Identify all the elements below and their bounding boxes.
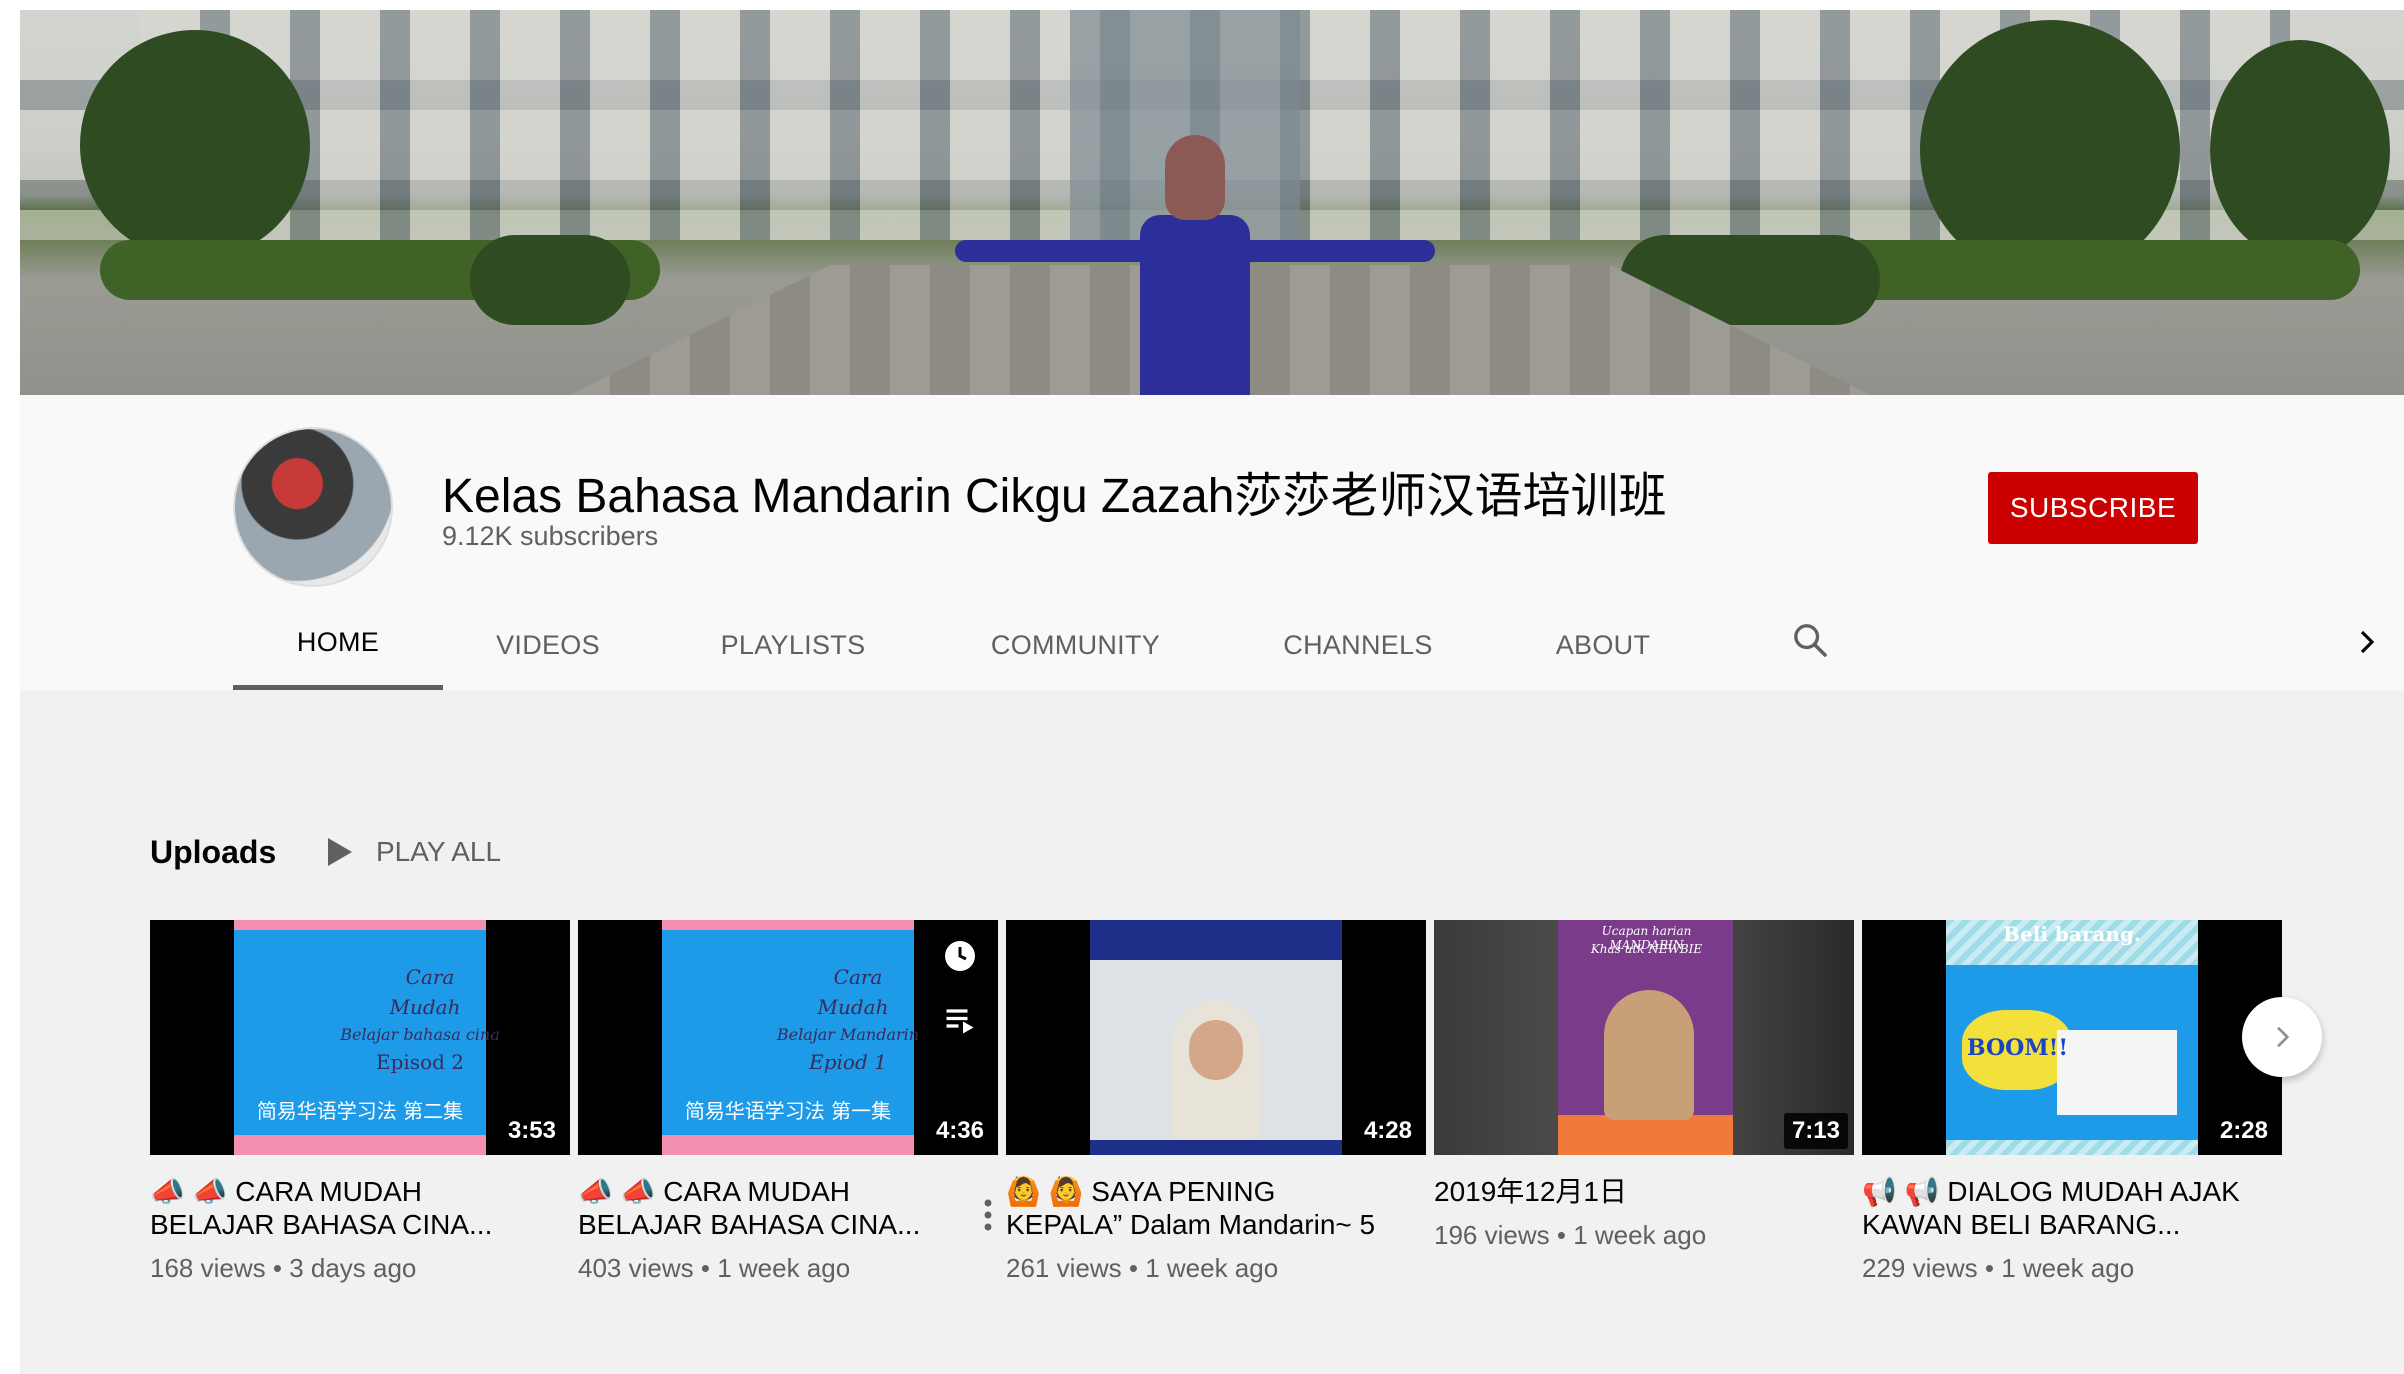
- tab-home[interactable]: HOME: [233, 600, 443, 690]
- video-meta: 229 views • 1 week ago: [1862, 1253, 2135, 1283]
- video-meta: 261 views • 1 week ago: [1006, 1253, 1279, 1283]
- clock-icon[interactable]: [942, 938, 978, 974]
- thumb-text: 简易华语学习法 第一集: [684, 1099, 892, 1123]
- tab-community[interactable]: COMMUNITY: [933, 600, 1218, 690]
- channel-avatar[interactable]: [233, 427, 393, 587]
- channel-tabs: HOME VIDEOS PLAYLISTS COMMUNITY CHANNELS…: [233, 600, 1708, 690]
- video-title[interactable]: 🙆 🙆 SAYA PENING KEPALA” Dalam Mandarin~ …: [1006, 1175, 1426, 1241]
- tab-videos[interactable]: VIDEOS: [443, 600, 653, 690]
- video-thumbnail[interactable]: Cara Mudah Belajar bahasa cina Episod 2 …: [150, 920, 570, 1155]
- upload-age: 1 week ago: [1145, 1253, 1279, 1283]
- tab-channels[interactable]: CHANNELS: [1218, 600, 1498, 690]
- view-count: 403 views: [578, 1253, 694, 1283]
- video-title[interactable]: 📣 📣 CARA MUDAH BELAJAR BAHASA CINA...: [578, 1175, 998, 1241]
- video-meta: 196 views • 1 week ago: [1434, 1220, 1707, 1250]
- video-duration: 7:13: [1783, 1113, 1848, 1149]
- view-count: 196 views: [1434, 1220, 1550, 1250]
- upload-age: 3 days ago: [289, 1253, 417, 1283]
- subscribe-button[interactable]: SUBSCRIBE: [1988, 472, 2198, 544]
- upload-age: 1 week ago: [717, 1253, 851, 1283]
- view-count: 229 views: [1862, 1253, 1978, 1283]
- queue-icon[interactable]: [942, 1002, 978, 1038]
- video-duration: 2:28: [2211, 1113, 2276, 1149]
- thumb-text: Khas utk NEWBIE: [1590, 942, 1703, 956]
- upload-age: 1 week ago: [2001, 1253, 2135, 1283]
- search-icon[interactable]: [1790, 620, 1830, 660]
- video-meta: 403 views • 1 week ago: [578, 1253, 851, 1283]
- thumb-text: Beli barang.: [2003, 922, 2141, 946]
- video-card[interactable]: Cara Mudah Belajar bahasa cina Episod 2 …: [150, 920, 570, 1284]
- video-duration: 4:36: [927, 1113, 992, 1149]
- thumb-text: Belajar bahasa cina: [340, 1025, 500, 1044]
- play-all-label: PLAY ALL: [376, 836, 502, 867]
- video-card[interactable]: Beli barang. BOOM!! 2:28 📢 📢 DIALOG MUDA…: [1862, 920, 2282, 1284]
- chevron-right-icon: [2277, 1026, 2290, 1048]
- view-count: 261 views: [1006, 1253, 1122, 1283]
- subscriber-count: 9.12K subscribers: [442, 521, 659, 551]
- video-duration: 3:53: [499, 1113, 564, 1149]
- thumb-text: Epiod 1: [809, 1050, 887, 1074]
- thumb-text: Mudah: [817, 995, 889, 1019]
- uploads-title: Uploads: [150, 834, 277, 870]
- video-duration: 4:28: [1355, 1113, 1420, 1149]
- video-meta: 168 views • 3 days ago: [150, 1253, 417, 1283]
- thumb-text: BOOM!!: [1967, 1035, 2068, 1061]
- channel-title: Kelas Bahasa Mandarin Cikgu Zazah莎莎老师汉语培…: [442, 470, 1667, 523]
- view-count: 168 views: [150, 1253, 266, 1283]
- thumb-text: Cara: [405, 965, 455, 989]
- play-all-button[interactable]: PLAY ALL: [328, 830, 501, 874]
- play-icon: [328, 838, 352, 866]
- video-thumbnail[interactable]: Beli barang. BOOM!! 2:28: [1862, 920, 2282, 1155]
- chevron-right-icon[interactable]: [2352, 624, 2382, 660]
- channel-banner: [20, 10, 2404, 395]
- video-title[interactable]: 📢 📢 DIALOG MUDAH AJAK KAWAN BELI BARANG.…: [1862, 1175, 2282, 1241]
- video-card[interactable]: 4:28 🙆 🙆 SAYA PENING KEPALA” Dalam Manda…: [1006, 920, 1426, 1284]
- thumb-text: Cara: [833, 965, 883, 989]
- video-thumbnail[interactable]: Ucapan harian MANDARIN Khas utk NEWBIE 7…: [1434, 920, 1854, 1155]
- thumb-text: Episod 2: [376, 1050, 464, 1074]
- tab-about[interactable]: ABOUT: [1498, 600, 1708, 690]
- thumb-text: 简易华语学习法 第二集: [256, 1099, 464, 1123]
- video-card[interactable]: Cara Mudah Belajar Mandarin Epiod 1 简易华语…: [578, 920, 998, 1284]
- video-title[interactable]: 📣 📣 CARA MUDAH BELAJAR BAHASA CINA...: [150, 1175, 570, 1241]
- more-vert-icon[interactable]: [982, 1197, 994, 1233]
- video-thumbnail[interactable]: 4:28: [1006, 920, 1426, 1155]
- thumb-text: Mudah: [389, 995, 461, 1019]
- banner-person: [955, 135, 1435, 395]
- shelf-next-button[interactable]: [2242, 997, 2322, 1077]
- video-thumbnail[interactable]: Cara Mudah Belajar Mandarin Epiod 1 简易华语…: [578, 920, 998, 1155]
- thumb-text: Belajar Mandarin: [776, 1025, 920, 1044]
- tab-playlists[interactable]: PLAYLISTS: [653, 600, 933, 690]
- video-card[interactable]: Ucapan harian MANDARIN Khas utk NEWBIE 7…: [1434, 920, 1854, 1251]
- upload-age: 1 week ago: [1573, 1220, 1707, 1250]
- video-title[interactable]: 2019年12月1日: [1434, 1175, 1854, 1208]
